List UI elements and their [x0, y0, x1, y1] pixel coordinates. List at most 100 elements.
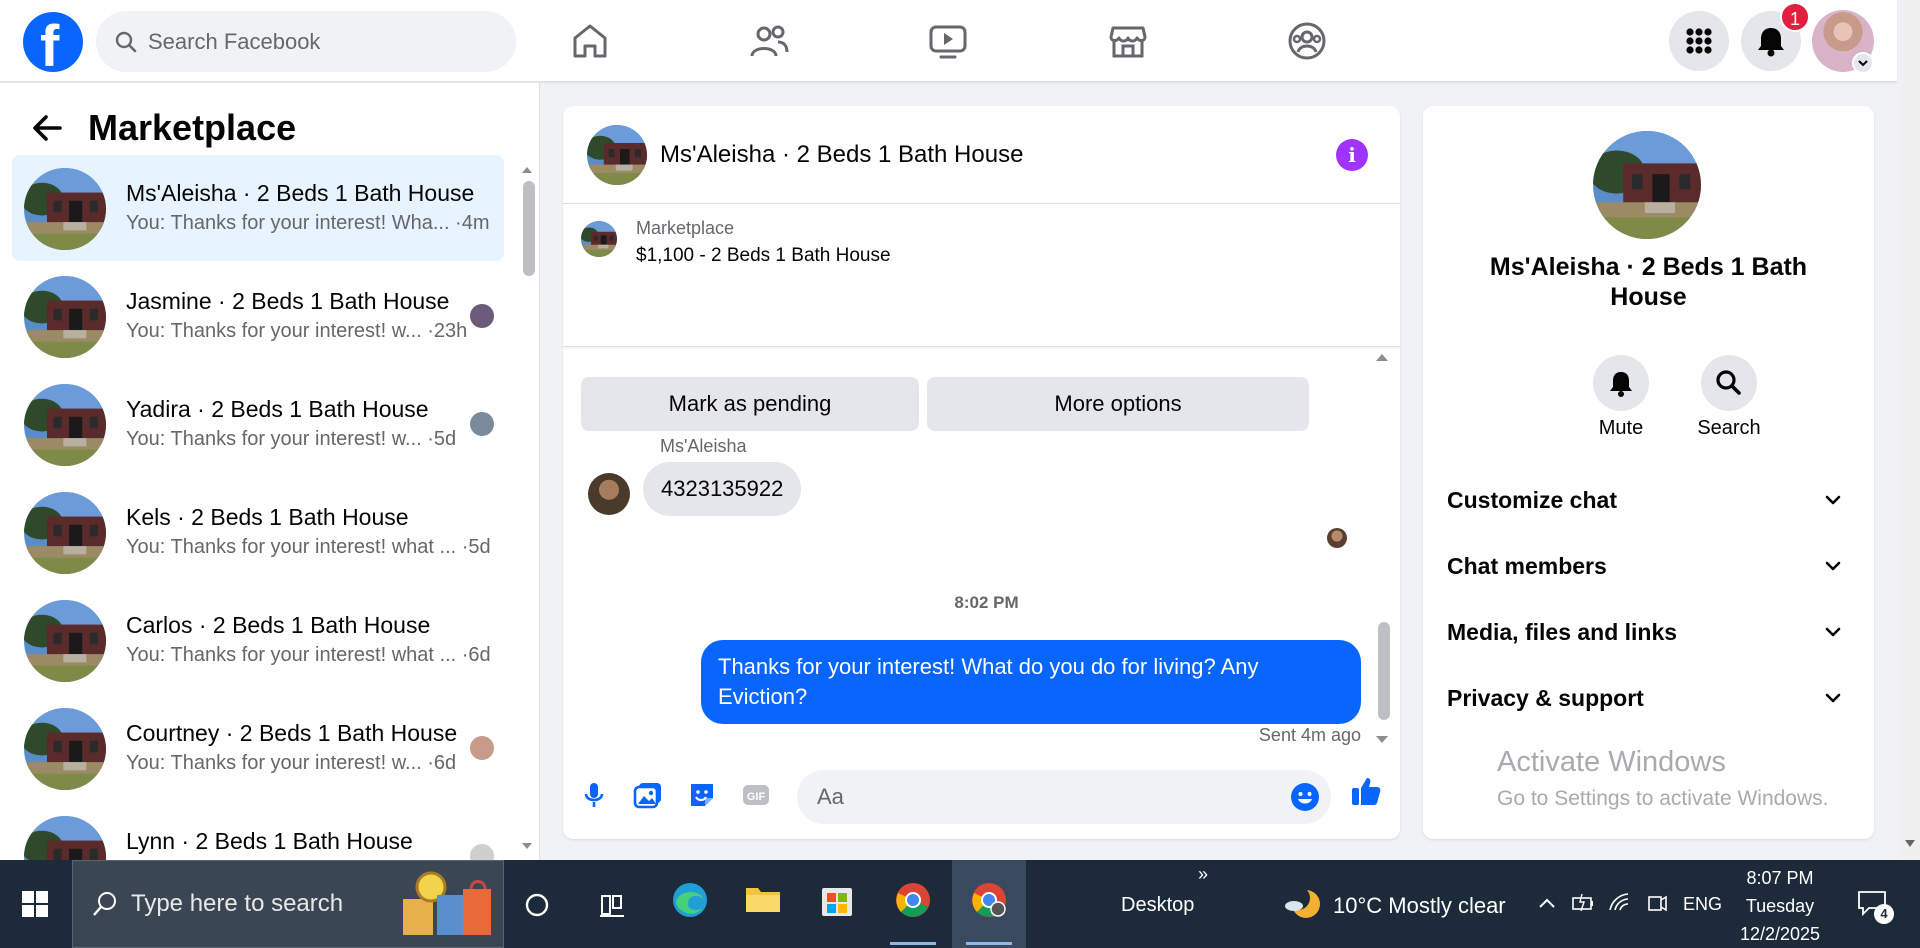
weather-moon-icon[interactable] — [1282, 884, 1322, 924]
chat-window: Ms'Aleisha · 2 Beds 1 Bath House i Marke… — [563, 106, 1400, 839]
edge-app[interactable] — [652, 860, 726, 948]
conversation-snippet: You: Thanks for your interest! w... ·5d — [126, 428, 457, 450]
seen-avatar — [470, 412, 494, 436]
listing-thumbnail — [24, 600, 106, 682]
microphone-icon[interactable] — [577, 778, 611, 812]
conversation-name: Jasmine · 2 Beds 1 Bath House — [126, 288, 450, 314]
wifi-icon[interactable] — [1608, 892, 1632, 914]
conversation-snippet: You: Thanks for your interest! w... ·6d — [126, 752, 457, 774]
scroll-down-icon[interactable] — [1375, 735, 1389, 745]
conversation-name: Courtney · 2 Beds 1 Bath House — [126, 720, 458, 746]
conversation-item[interactable]: Carlos · 2 Beds 1 Bath House You: Thanks … — [12, 587, 504, 693]
windows-start-icon[interactable] — [22, 891, 48, 917]
friends-icon[interactable] — [748, 20, 790, 62]
conversation-name: Ms'Aleisha · 2 Beds 1 Bath House — [1489, 253, 1808, 311]
svg-text:GIF: GIF — [747, 791, 766, 803]
settings-section-item[interactable]: Chat members — [1447, 541, 1853, 591]
conversation-item[interactable]: Lynn · 2 Beds 1 Bath House — [12, 803, 504, 860]
message-input[interactable] — [817, 770, 1277, 824]
video-icon[interactable] — [927, 20, 969, 62]
conversation-item[interactable]: Courtney · 2 Beds 1 Bath House You: Thank… — [12, 695, 504, 801]
chat-header: Ms'Aleisha · 2 Beds 1 Bath House i — [563, 106, 1400, 204]
windows-taskbar: Desktop » 10°C Mostly clear ENG 8:07 PM … — [0, 860, 1920, 948]
weather-text[interactable]: 10°C Mostly clear — [1333, 893, 1506, 919]
settings-section-item[interactable]: Customize chat — [1447, 475, 1853, 525]
toolbar-expand-icon[interactable]: » — [1198, 864, 1208, 885]
battery-icon[interactable] — [1571, 892, 1595, 914]
facebook-logo[interactable]: f — [23, 12, 83, 72]
volume-icon[interactable] — [1645, 892, 1669, 914]
sticker-icon[interactable] — [685, 778, 719, 812]
search-icon — [93, 892, 116, 916]
search-input[interactable] — [148, 11, 498, 72]
home-icon[interactable] — [569, 20, 611, 62]
page-title: Marketplace — [88, 107, 297, 148]
chevron-up-icon[interactable] — [1537, 894, 1557, 914]
message-thread: Ms'Aleisha 4323135922 8:02 PM Thanks for… — [563, 348, 1400, 756]
back-arrow-icon[interactable] — [30, 111, 64, 145]
settings-section-item[interactable]: Media, files and links — [1447, 607, 1853, 657]
language-indicator[interactable]: ENG — [1683, 894, 1722, 915]
like-icon[interactable] — [1349, 774, 1383, 808]
conversation-photo[interactable] — [1593, 131, 1701, 239]
sender-avatar[interactable] — [588, 473, 630, 515]
task-view-icon[interactable] — [598, 892, 626, 918]
scroll-down-icon[interactable] — [1905, 840, 1915, 848]
conversation-name: Kels · 2 Beds 1 Bath House — [126, 504, 409, 530]
info-icon[interactable]: i — [1336, 139, 1368, 171]
conversation-item[interactable]: Ms'Aleisha · 2 Beds 1 Bath House You: Tha… — [12, 155, 504, 261]
groups-icon[interactable] — [1286, 20, 1328, 62]
section-label: Privacy & support — [1447, 685, 1644, 711]
section-label: Chat members — [1447, 553, 1607, 579]
desktop-toolbar-label[interactable]: Desktop — [1121, 894, 1194, 917]
message-sender-name: Ms'Aleisha — [660, 436, 747, 456]
bell-icon — [1610, 372, 1632, 397]
clock-time: 8:07 PM — [1746, 868, 1814, 888]
listing-thumbnail[interactable] — [587, 125, 647, 185]
incoming-message[interactable]: 4323135922 — [643, 462, 802, 516]
chrome-app[interactable] — [876, 860, 950, 948]
settings-section-item[interactable]: Privacy & support — [1447, 673, 1853, 723]
photo-icon[interactable] — [631, 778, 665, 812]
chat-title[interactable]: Ms'Aleisha · 2 Beds 1 Bath House — [660, 141, 1023, 169]
file-explorer-app[interactable] — [726, 860, 800, 948]
conversation-snippet: You: Thanks for your interest! what ... … — [126, 536, 491, 558]
store-icon — [822, 888, 852, 916]
listing-thumbnail — [24, 708, 106, 790]
message-composer: GIF — [563, 756, 1400, 839]
taskbar-search-input[interactable] — [131, 861, 391, 947]
read-receipt-avatar — [1327, 528, 1347, 548]
chrome-profile-app[interactable] — [952, 860, 1026, 948]
gif-icon[interactable]: GIF — [739, 778, 773, 812]
listing-small-thumbnail[interactable] — [581, 221, 617, 257]
conversation-item[interactable]: Yadira · 2 Beds 1 Bath House You: Thanks … — [12, 371, 504, 477]
marketplace-icon[interactable] — [1107, 20, 1149, 62]
listing-thumbnail — [24, 816, 106, 860]
search-box[interactable] — [96, 11, 516, 72]
conversation-item[interactable]: Kels · 2 Beds 1 Bath House You: Thanks fo… — [12, 479, 504, 585]
clock-date: 12/2/2025 — [1739, 924, 1821, 944]
chevron-down-icon — [1825, 561, 1841, 571]
scrollbar-thumb[interactable] — [1378, 622, 1390, 720]
listing-price[interactable]: $1,100 - 2 Beds 1 Bath House — [636, 245, 891, 267]
store-app[interactable] — [800, 860, 874, 948]
scroll-up-icon[interactable] — [1375, 352, 1389, 362]
scrollbar-thumb[interactable] — [523, 181, 535, 276]
conversation-item[interactable]: Jasmine · 2 Beds 1 Bath House You: Thanks… — [12, 263, 504, 369]
edge-icon — [673, 883, 707, 917]
menu-button[interactable] — [1669, 11, 1729, 71]
account-menu-button[interactable] — [1852, 52, 1874, 74]
search-label: Search — [1697, 417, 1761, 439]
mute-label: Mute — [1598, 417, 1644, 439]
emoji-icon[interactable] — [1290, 782, 1320, 812]
chevron-down-icon — [1858, 60, 1868, 67]
cortana-icon[interactable] — [524, 892, 550, 918]
page-scrollbar[interactable] — [1900, 0, 1920, 860]
taskbar-search-box[interactable] — [72, 860, 504, 948]
section-label: Media, files and links — [1447, 619, 1678, 645]
message-input-field[interactable] — [797, 770, 1331, 824]
search-conversation-button[interactable] — [1701, 355, 1757, 411]
outgoing-message[interactable]: Thanks for your interest! What do you do… — [701, 640, 1361, 724]
mute-button[interactable] — [1593, 355, 1649, 411]
system-clock[interactable]: 8:07 PM Tuesday 12/2/2025 — [1720, 860, 1840, 948]
